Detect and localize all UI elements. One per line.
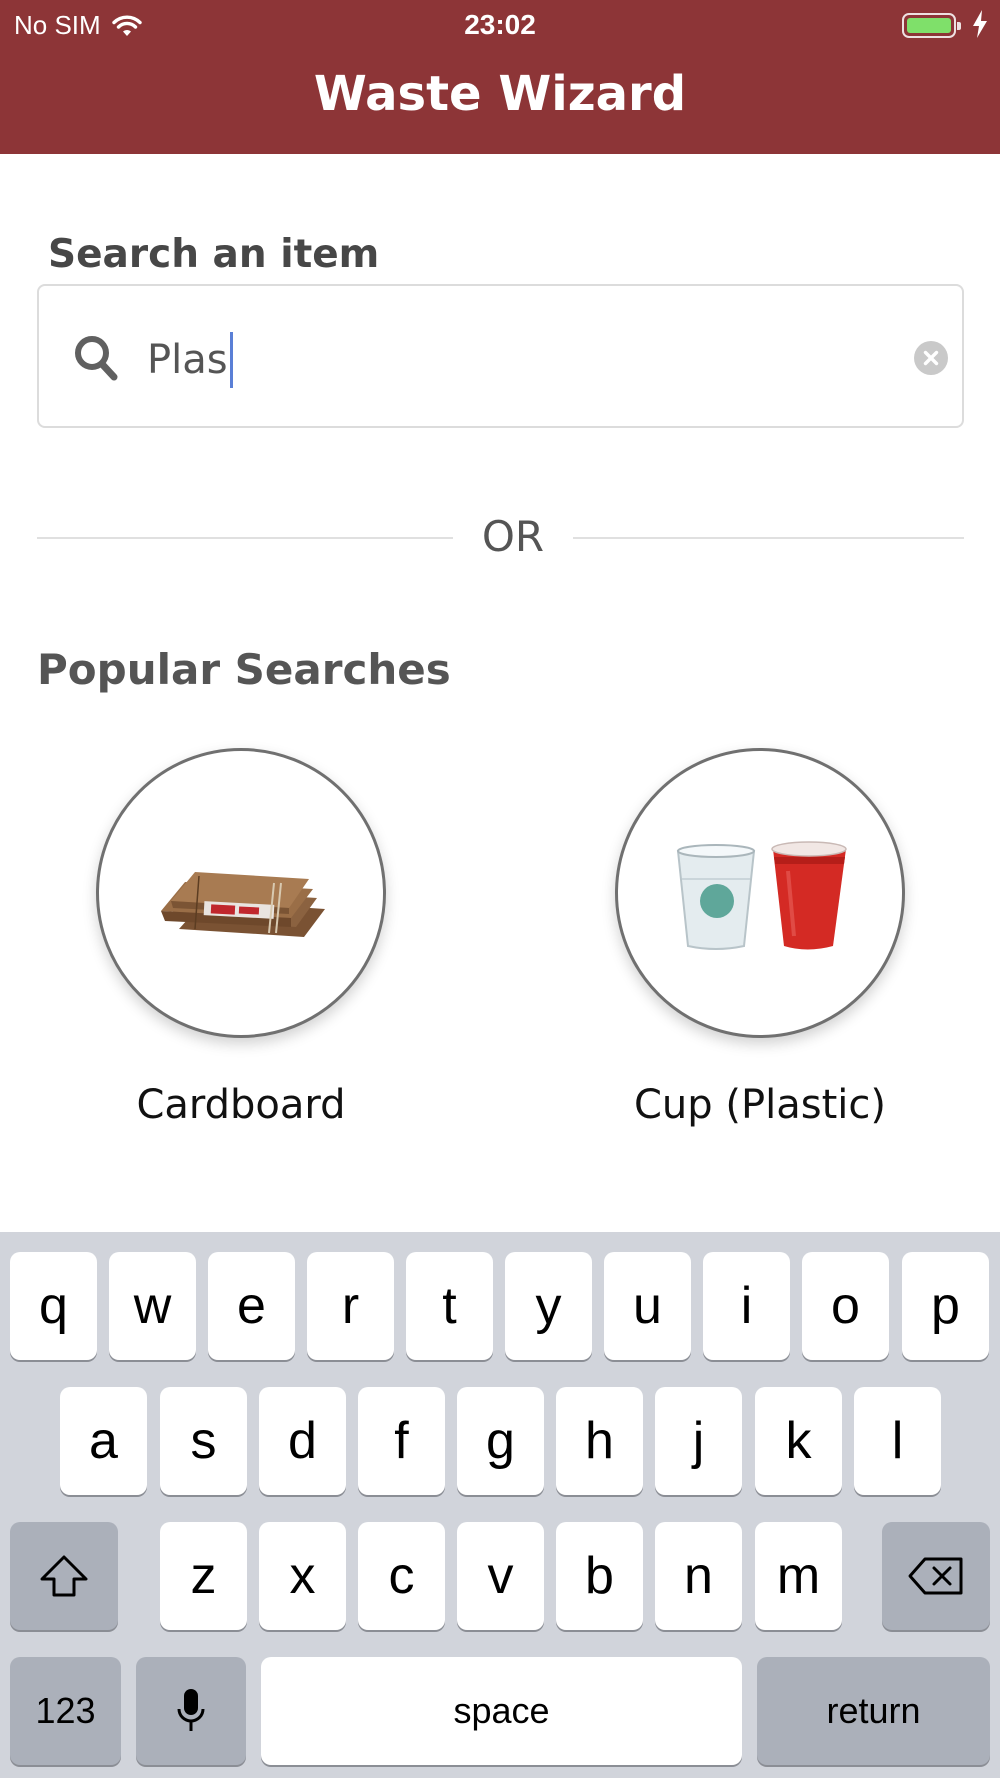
text-caret: [229, 332, 233, 388]
divider-line-right: [573, 537, 964, 539]
key-j[interactable]: j: [655, 1387, 742, 1495]
key-s[interactable]: s: [160, 1387, 247, 1495]
backspace-key[interactable]: [882, 1522, 990, 1630]
key-v[interactable]: v: [457, 1522, 544, 1630]
popular-searches-title: Popular Searches: [37, 645, 451, 694]
key-w[interactable]: w: [109, 1252, 196, 1360]
app-header: No SIM 23:02 Waste Wizard: [0, 0, 1000, 154]
search-input-value: Plas: [147, 337, 228, 383]
search-label: Search an item: [48, 232, 380, 277]
clear-icon[interactable]: [914, 341, 948, 375]
dictation-key[interactable]: [136, 1657, 246, 1765]
plastic-cups-image-circle[interactable]: [615, 748, 905, 1038]
key-b[interactable]: b: [556, 1522, 643, 1630]
onscreen-keyboard: q w e r t y u i o p a s d f g h j k l z …: [0, 1232, 1000, 1778]
key-k[interactable]: k: [755, 1387, 842, 1495]
key-u[interactable]: u: [604, 1252, 691, 1360]
status-time: 23:02: [464, 9, 536, 40]
shift-icon: [40, 1555, 88, 1597]
key-n[interactable]: n: [655, 1522, 742, 1630]
or-divider-label: OR: [481, 512, 545, 561]
plastic-cups-image: [676, 841, 847, 950]
key-m[interactable]: m: [755, 1522, 842, 1630]
popular-item-cup-plastic[interactable]: Cup (Plastic): [615, 748, 905, 1128]
search-field[interactable]: Plas: [37, 284, 964, 428]
cardboard-image-circle[interactable]: [96, 748, 386, 1038]
key-h[interactable]: h: [556, 1387, 643, 1495]
key-i[interactable]: i: [703, 1252, 790, 1360]
key-a[interactable]: a: [60, 1387, 147, 1495]
microphone-icon: [177, 1689, 205, 1731]
key-r[interactable]: r: [307, 1252, 394, 1360]
key-e[interactable]: e: [208, 1252, 295, 1360]
shift-key[interactable]: [10, 1522, 118, 1630]
space-key[interactable]: space: [261, 1657, 742, 1765]
return-key[interactable]: return: [757, 1657, 990, 1765]
cardboard-image: [161, 872, 325, 937]
search-icon: [75, 336, 118, 381]
popular-item-cardboard[interactable]: Cardboard: [96, 748, 386, 1128]
key-g[interactable]: g: [457, 1387, 544, 1495]
popular-item-label: Cardboard: [136, 1082, 346, 1128]
key-l[interactable]: l: [854, 1387, 941, 1495]
key-y[interactable]: y: [505, 1252, 592, 1360]
backspace-icon: [908, 1557, 963, 1595]
key-z[interactable]: z: [160, 1522, 247, 1630]
key-t[interactable]: t: [406, 1252, 493, 1360]
popular-item-label: Cup (Plastic): [634, 1082, 886, 1128]
key-o[interactable]: o: [802, 1252, 889, 1360]
key-q[interactable]: q: [10, 1252, 97, 1360]
key-f[interactable]: f: [358, 1387, 445, 1495]
charging-bolt-icon: [973, 10, 987, 38]
search-input[interactable]: Plas: [147, 332, 233, 388]
divider-line-left: [37, 537, 453, 539]
key-d[interactable]: d: [259, 1387, 346, 1495]
app-title: Waste Wizard: [313, 66, 687, 122]
battery-icon: [902, 13, 961, 38]
key-p[interactable]: p: [902, 1252, 989, 1360]
key-x[interactable]: x: [259, 1522, 346, 1630]
key-c[interactable]: c: [358, 1522, 445, 1630]
numbers-key[interactable]: 123: [10, 1657, 121, 1765]
